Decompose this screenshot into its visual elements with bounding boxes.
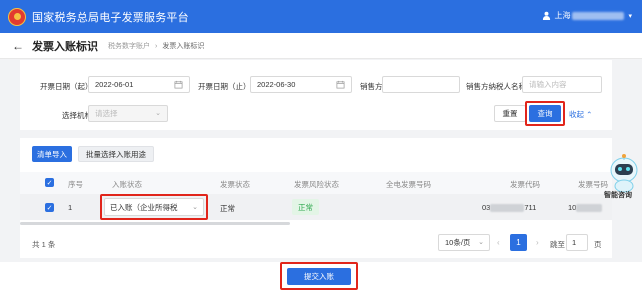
date-end-label: 开票日期（止） bbox=[198, 82, 251, 91]
reset-button[interactable]: 重置 bbox=[494, 105, 526, 122]
chevron-down-icon: ⌄ bbox=[478, 239, 484, 246]
highlight-box bbox=[100, 194, 208, 220]
date-end-input[interactable]: 2022-06-30 bbox=[250, 76, 352, 93]
top-bar: 国家税务总局电子发票服务平台 上海 ▾ bbox=[0, 0, 642, 33]
seller-tax-id-input[interactable] bbox=[382, 76, 460, 93]
org-select[interactable]: 请选择 ⌄ bbox=[88, 105, 168, 122]
invoice-code-prefix: 03 bbox=[482, 203, 491, 212]
breadcrumb: 税务数字账户 › 发票入账标识 bbox=[108, 42, 205, 50]
page-header: ← 发票入账标识 税务数字账户 › 发票入账标识 bbox=[0, 33, 642, 59]
current-page[interactable]: 1 bbox=[510, 234, 527, 251]
breadcrumb-current: 发票入账标识 bbox=[162, 42, 205, 50]
seller-name-label: 销售方纳税人名称 bbox=[466, 82, 526, 91]
chevron-down-icon: ▾ bbox=[628, 12, 632, 20]
col-e-invoice-number: 全电发票号码 bbox=[386, 180, 431, 189]
jump-label: 跳至 bbox=[550, 240, 565, 249]
invoice-code-suffix: 711 bbox=[524, 203, 537, 212]
page-size-value: 10条/页 bbox=[445, 238, 471, 247]
page-suffix: 页 bbox=[594, 240, 602, 249]
batch-purpose-button[interactable]: 批量选择入账用途 bbox=[78, 146, 154, 162]
calendar-icon bbox=[174, 80, 183, 89]
invoice-number: 10 bbox=[568, 203, 603, 213]
seller-name-input[interactable]: 请输入内容 bbox=[522, 76, 602, 93]
jump-page-input[interactable]: 1 bbox=[566, 234, 588, 251]
horizontal-scrollbar[interactable] bbox=[20, 222, 290, 225]
chevron-up-icon: ⌃ bbox=[586, 110, 593, 119]
invoice-status: 正常 bbox=[220, 204, 235, 213]
seller-name-placeholder: 请输入内容 bbox=[529, 80, 567, 89]
invoice-number-prefix: 10 bbox=[568, 203, 577, 212]
back-arrow-icon[interactable]: ← bbox=[12, 39, 24, 53]
user-menu[interactable]: 上海 ▾ bbox=[542, 10, 632, 21]
collapse-link[interactable]: 收起 ⌃ bbox=[569, 109, 592, 120]
import-list-button[interactable]: 清单导入 bbox=[32, 146, 72, 162]
user-icon bbox=[543, 11, 551, 20]
filter-panel: 开票日期（起） 2022-06-01 开票日期（止） 2022-06-30 销售… bbox=[20, 60, 612, 130]
select-all-checkbox[interactable]: ✓ bbox=[45, 178, 54, 187]
col-invoice-status: 发票状态 bbox=[220, 180, 250, 189]
user-name: 上海 bbox=[554, 11, 571, 20]
assistant-label[interactable]: 智能咨询 bbox=[604, 190, 632, 200]
col-index: 序号 bbox=[68, 180, 83, 189]
highlight-box bbox=[525, 101, 565, 126]
app-title: 国家税务总局电子发票服务平台 bbox=[32, 11, 189, 24]
breadcrumb-item[interactable]: 税务数字账户 bbox=[108, 43, 150, 50]
org-placeholder: 请选择 bbox=[95, 109, 118, 118]
col-invoice-number: 发票号码 bbox=[578, 180, 608, 189]
invoice-code: 03 711 bbox=[482, 203, 537, 213]
total-count: 共 1 条 bbox=[32, 240, 56, 249]
footer-bar: 提交入账 bbox=[0, 262, 642, 291]
page-size-select[interactable]: 10条/页 ⌄ bbox=[438, 234, 490, 251]
row-checkbox[interactable]: ✓ bbox=[45, 203, 54, 212]
jump-page-value: 1 bbox=[572, 238, 577, 247]
collapse-label: 收起 bbox=[569, 110, 584, 119]
date-start-input[interactable]: 2022-06-01 bbox=[88, 76, 190, 93]
chevron-down-icon: ⌄ bbox=[155, 110, 161, 117]
date-start-label: 开票日期（起） bbox=[40, 82, 93, 91]
date-end-value: 2022-06-30 bbox=[257, 80, 296, 89]
prev-page-icon[interactable]: ‹ bbox=[497, 238, 500, 247]
col-invoice-code: 发票代码 bbox=[510, 180, 540, 189]
table-row[interactable]: ✓ 1 已入账（企业所得税 ⌄ 正常 正常 03 711 10 bbox=[20, 194, 612, 220]
tax-bureau-logo bbox=[8, 7, 26, 26]
date-start-value: 2022-06-01 bbox=[95, 80, 134, 89]
invoice-table-card: 清单导入 批量选择入账用途 ✓ 序号 入账状态 发票状态 发票风险状态 全电发票… bbox=[20, 138, 612, 258]
masked-value bbox=[576, 204, 603, 213]
col-entry-status: 入账状态 bbox=[112, 180, 142, 189]
next-page-icon[interactable]: › bbox=[536, 238, 539, 247]
user-name-masked bbox=[572, 11, 625, 20]
row-index: 1 bbox=[68, 203, 73, 212]
calendar-icon bbox=[336, 80, 345, 89]
highlight-box bbox=[280, 262, 358, 290]
page-title: 发票入账标识 bbox=[32, 40, 98, 53]
risk-status-badge: 正常 bbox=[292, 199, 319, 215]
col-risk-status: 发票风险状态 bbox=[294, 180, 339, 189]
table-header: ✓ 序号 入账状态 发票状态 发票风险状态 全电发票号码 发票代码 发票号码 bbox=[20, 172, 612, 194]
masked-value bbox=[490, 204, 525, 213]
